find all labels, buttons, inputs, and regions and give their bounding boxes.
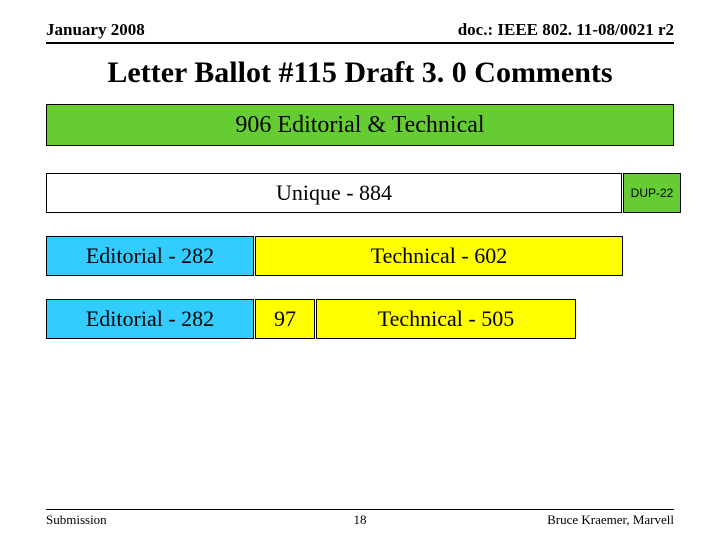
box-editorial-row2: Editorial - 282: [46, 299, 254, 339]
box-total: 906 Editorial & Technical: [46, 104, 674, 146]
box-editorial-row1: Editorial - 282: [46, 236, 254, 276]
box-unique: Unique - 884: [46, 173, 622, 213]
footer-right: Bruce Kraemer, Marvell: [547, 512, 674, 528]
slide-title: Letter Ballot #115 Draft 3. 0 Comments: [0, 56, 720, 90]
box-middle-97: 97: [255, 299, 315, 339]
header-doc: doc.: IEEE 802. 11-08/0021 r2: [458, 20, 674, 40]
slide-footer: Submission 18 Bruce Kraemer, Marvell: [46, 509, 674, 528]
header-date: January 2008: [46, 20, 145, 40]
box-duplicates: DUP-22: [623, 173, 681, 213]
box-technical-row1: Technical - 602: [255, 236, 623, 276]
box-technical-row2: Technical - 505: [316, 299, 576, 339]
footer-left: Submission: [46, 512, 107, 528]
slide-header: January 2008 doc.: IEEE 802. 11-08/0021 …: [46, 20, 674, 44]
